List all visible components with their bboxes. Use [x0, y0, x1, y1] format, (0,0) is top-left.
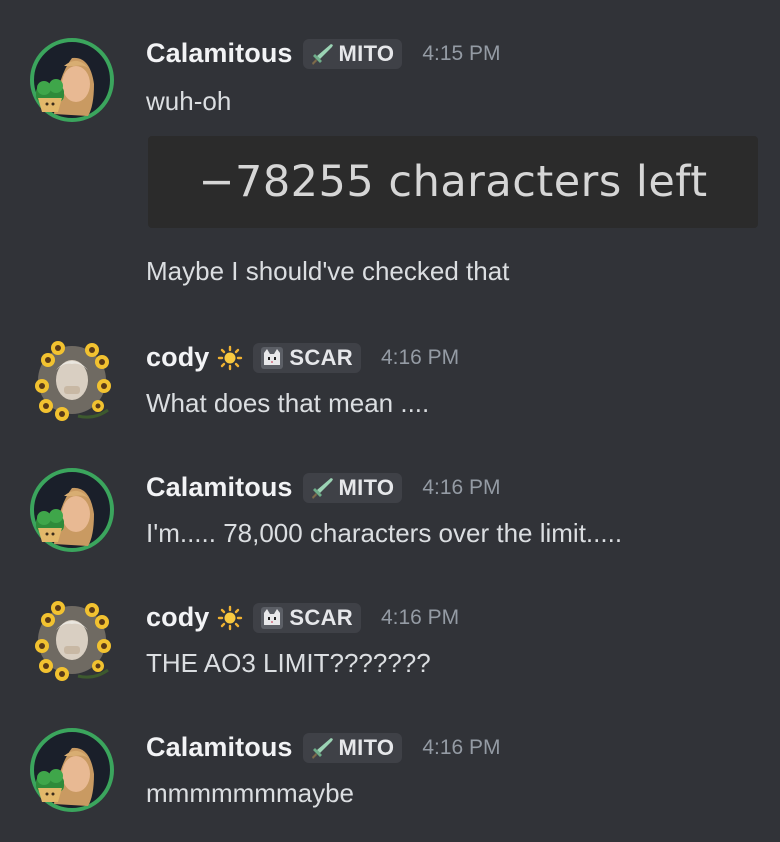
avatar[interactable] [28, 336, 116, 424]
message-text: Maybe I should've checked that [146, 256, 510, 286]
timestamp[interactable]: 4:16 PM [381, 606, 459, 630]
timestamp[interactable]: 4:16 PM [422, 476, 500, 500]
message-text: I'm..... 78,000 characters over the limi… [146, 518, 623, 548]
role-tag-label: SCAR [289, 604, 353, 630]
username[interactable]: Calamitous [146, 732, 293, 763]
role-tag[interactable]: MITO [302, 38, 403, 69]
message-text: What does that mean .... [146, 388, 430, 418]
message-text: wuh-oh [146, 86, 232, 116]
role-tag[interactable]: MITO [302, 732, 403, 763]
message-text: mmmmmmmaybe [146, 778, 354, 808]
username[interactable]: Calamitous [146, 38, 293, 69]
attachment-text: −78255 characters left [198, 157, 708, 207]
avatar[interactable] [28, 36, 116, 124]
role-tag[interactable]: MITO [302, 472, 403, 503]
sword-icon [309, 475, 335, 501]
timestamp[interactable]: 4:16 PM [381, 346, 459, 370]
message-header: Calamitous MITO 4:16 PM [146, 472, 501, 503]
avatar[interactable] [28, 466, 116, 554]
username[interactable]: cody [146, 602, 209, 633]
timestamp[interactable]: 4:16 PM [422, 736, 500, 760]
username[interactable]: cody [146, 342, 209, 373]
message-header: Calamitous MITO 4:15 PM [146, 38, 501, 69]
role-tag-label: MITO [338, 40, 395, 66]
message-header: cody SCAR 4:16 PM [146, 342, 459, 373]
image-attachment[interactable]: −78255 characters left [148, 136, 758, 228]
role-tag-label: MITO [338, 474, 395, 500]
cat-icon [259, 605, 285, 631]
role-tag-label: MITO [338, 734, 395, 760]
sun-icon [217, 605, 243, 631]
message-text: THE AO3 LIMIT??????? [146, 648, 431, 678]
message-header: Calamitous MITO 4:16 PM [146, 732, 501, 763]
sword-icon [309, 735, 335, 761]
role-tag[interactable]: SCAR [253, 342, 361, 373]
sun-icon [217, 345, 243, 371]
avatar[interactable] [28, 726, 116, 814]
avatar[interactable] [28, 596, 116, 684]
message-header: cody SCAR 4:16 PM [146, 602, 459, 633]
role-tag[interactable]: SCAR [253, 602, 361, 633]
role-tag-label: SCAR [289, 344, 353, 370]
username[interactable]: Calamitous [146, 472, 293, 503]
sword-icon [309, 41, 335, 67]
cat-icon [259, 345, 285, 371]
timestamp[interactable]: 4:15 PM [422, 42, 500, 66]
